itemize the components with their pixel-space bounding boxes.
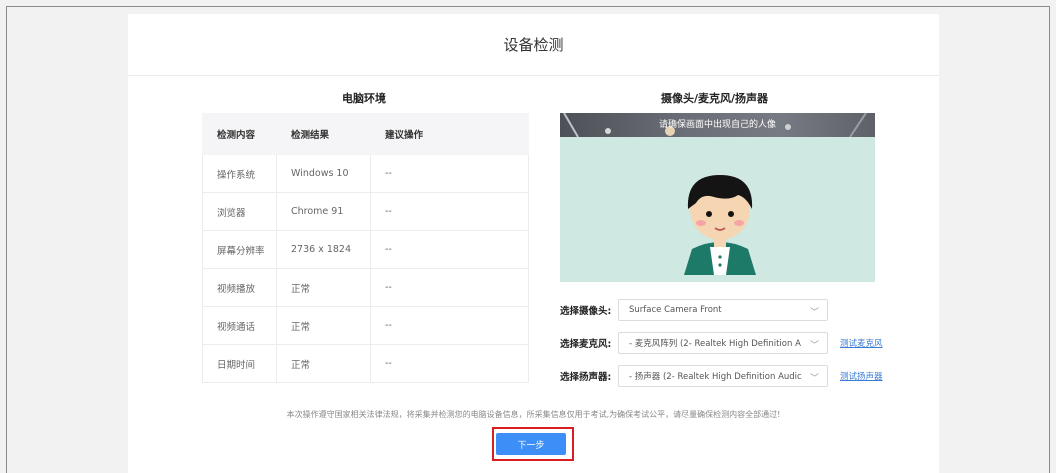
camera-preview: 请确保画面中出现自己的人像 [560,113,875,282]
table-cell: -- [370,154,529,193]
device-check-card: 设备检测 电脑环境 摄像头/麦克风/扬声器 检测内容 检测结果 建议操作 操作系… [128,14,939,473]
table-cell: 日期时间 [202,344,277,383]
speaker-select[interactable]: - 扬声器 (2- Realtek High Definition Audic … [618,365,828,387]
table-cell: 视频播放 [202,268,277,307]
table-row: 操作系统 Windows 10 -- [202,154,529,193]
table-cell: -- [370,192,529,231]
test-mic-link[interactable]: 测试麦克风 [840,337,883,349]
column-header: 检测内容 [202,113,277,155]
table-header-row: 检测内容 检测结果 建议操作 [202,113,529,155]
table-cell: 正常 [276,268,371,307]
chevron-down-icon: ﹀ [805,371,819,384]
environment-table: 检测内容 检测结果 建议操作 操作系统 Windows 10 -- 浏览器 Ch… [202,113,529,383]
table-cell: -- [370,306,529,345]
test-speaker-link[interactable]: 测试扬声器 [840,370,883,382]
table-cell: 操作系统 [202,154,277,193]
table-row: 视频通话 正常 -- [202,306,529,345]
env-section-title: 电脑环境 [342,92,386,105]
table-cell: -- [370,268,529,307]
camera-select-value: Surface Camera Front [629,305,722,315]
chevron-down-icon: ﹀ [805,305,819,318]
next-step-button[interactable]: 下一步 [496,433,566,455]
mic-select-row: 选择麦克风: - 麦克风阵列 (2- Realtek High Definiti… [560,332,883,354]
page-title: 设备检测 [128,14,939,76]
speaker-select-value: - 扬声器 (2- Realtek High Definition Audic [629,372,802,382]
table-row: 日期时间 正常 -- [202,344,529,383]
mic-select-value: - 麦克风阵列 (2- Realtek High Definition A [629,339,801,349]
camera-select[interactable]: Surface Camera Front ﹀ [618,299,828,321]
privacy-notice: 本次操作遵守国家相关法律法规，将采集并检测您的电脑设备信息，所采集信息仅用于考试… [286,410,781,419]
person-avatar-illustration [684,175,756,275]
table-cell: Chrome 91 [276,192,371,231]
column-header: 建议操作 [370,113,529,155]
camera-hint: 请确保画面中出现自己的人像 [658,120,776,130]
table-cell: Windows 10 [276,154,371,193]
speaker-select-row: 选择扬声器: - 扬声器 (2- Realtek High Definition… [560,365,883,387]
table-row: 屏幕分辨率 2736 x 1824 -- [202,230,529,269]
devices-section-title: 摄像头/麦克风/扬声器 [661,92,769,105]
column-header: 检测结果 [276,113,371,155]
table-cell: 2736 x 1824 [276,230,371,269]
table-row: 视频播放 正常 -- [202,268,529,307]
mic-select[interactable]: - 麦克风阵列 (2- Realtek High Definition A ﹀ [618,332,828,354]
mic-select-label: 选择麦克风: [560,339,612,350]
table-cell: 视频通话 [202,306,277,345]
speaker-select-label: 选择扬声器: [560,372,612,383]
table-row: 浏览器 Chrome 91 -- [202,192,529,231]
chevron-down-icon: ﹀ [805,338,819,351]
table-cell: 正常 [276,344,371,383]
table-cell: 屏幕分辨率 [202,230,277,269]
table-cell: -- [370,344,529,383]
table-cell: 正常 [276,306,371,345]
camera-select-row: 选择摄像头: Surface Camera Front ﹀ [560,299,828,321]
table-cell: 浏览器 [202,192,277,231]
camera-select-label: 选择摄像头: [560,306,612,317]
table-cell: -- [370,230,529,269]
